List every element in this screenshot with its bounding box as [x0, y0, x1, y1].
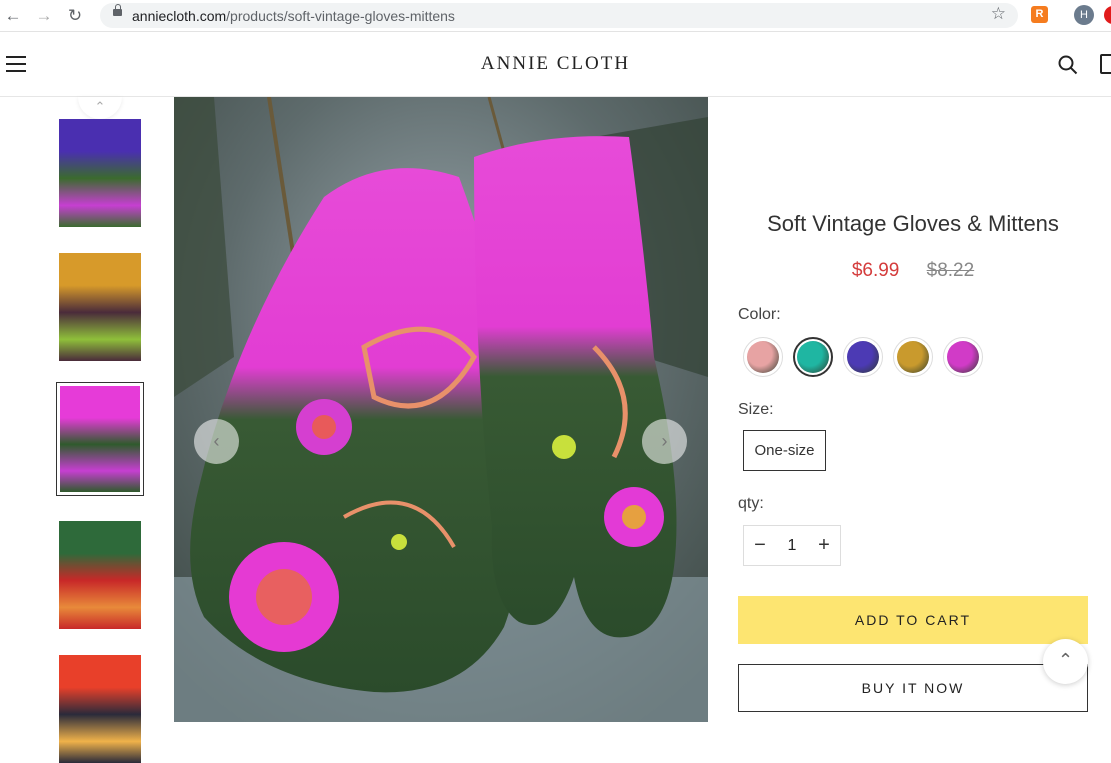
thumbnail-5[interactable]	[59, 655, 141, 763]
url-text: anniecloth.com/products/soft-vintage-glo…	[132, 8, 455, 24]
size-option-one-size[interactable]: One-size	[743, 430, 826, 471]
star-icon[interactable]: ☆	[991, 4, 1006, 24]
chevron-left-icon[interactable]: ‹	[194, 419, 239, 464]
color-swatch-orange[interactable]	[893, 337, 933, 377]
extension-red-icon[interactable]	[1104, 6, 1111, 24]
cart-icon[interactable]	[1100, 54, 1111, 74]
reload-icon[interactable]: ↻	[65, 6, 85, 26]
thumbnail-3[interactable]	[56, 382, 144, 496]
color-label: Color:	[738, 306, 781, 323]
site-logo[interactable]: ANNIE CLOTH	[0, 53, 1111, 75]
browser-toolbar: ← → ↻ anniecloth.com/products/soft-vinta…	[0, 0, 1111, 32]
address-bar[interactable]: anniecloth.com/products/soft-vintage-glo…	[100, 3, 1018, 28]
color-swatch-teal[interactable]	[793, 337, 833, 377]
search-icon[interactable]	[1058, 55, 1078, 75]
color-swatch-pink[interactable]	[743, 337, 783, 377]
thumbnail-1[interactable]	[59, 119, 141, 227]
chevron-right-icon[interactable]: ›	[642, 419, 687, 464]
color-swatch-purple[interactable]	[843, 337, 883, 377]
plus-icon[interactable]: +	[808, 526, 840, 565]
profile-avatar[interactable]: H	[1074, 5, 1094, 25]
thumbnail-strip: ⌃	[56, 97, 146, 763]
sale-price: $6.99	[851, 260, 900, 281]
product-main-image[interactable]: ‹ ›	[174, 97, 708, 722]
color-swatch-magenta[interactable]	[943, 337, 983, 377]
chevron-up-icon[interactable]: ⌃	[1043, 639, 1088, 684]
product-title: Soft Vintage Gloves & Mittens	[767, 211, 1059, 236]
lock-icon	[113, 4, 122, 16]
site-header: ANNIE CLOTH	[0, 33, 1111, 97]
thumbnail-2[interactable]	[59, 253, 141, 361]
buy-it-now-button[interactable]: BUY IT NOW	[738, 664, 1088, 712]
price-row: $6.99 $8.22	[738, 260, 1088, 282]
minus-icon[interactable]: −	[744, 526, 776, 565]
compare-price: $8.22	[926, 260, 975, 281]
extension-icon[interactable]: R	[1031, 6, 1048, 23]
mittens-photo	[174, 97, 708, 722]
add-to-cart-button[interactable]: ADD TO CART	[738, 596, 1088, 644]
quantity-value[interactable]: 1	[776, 526, 808, 565]
qty-label: qty:	[738, 495, 764, 512]
size-label: Size:	[738, 401, 774, 418]
quantity-stepper: − 1 +	[743, 525, 841, 566]
thumbnail-4[interactable]	[59, 521, 141, 629]
chevron-up-icon[interactable]: ⌃	[78, 97, 122, 119]
forward-arrow-icon[interactable]: →	[34, 6, 54, 26]
back-arrow-icon[interactable]: ←	[3, 6, 23, 26]
